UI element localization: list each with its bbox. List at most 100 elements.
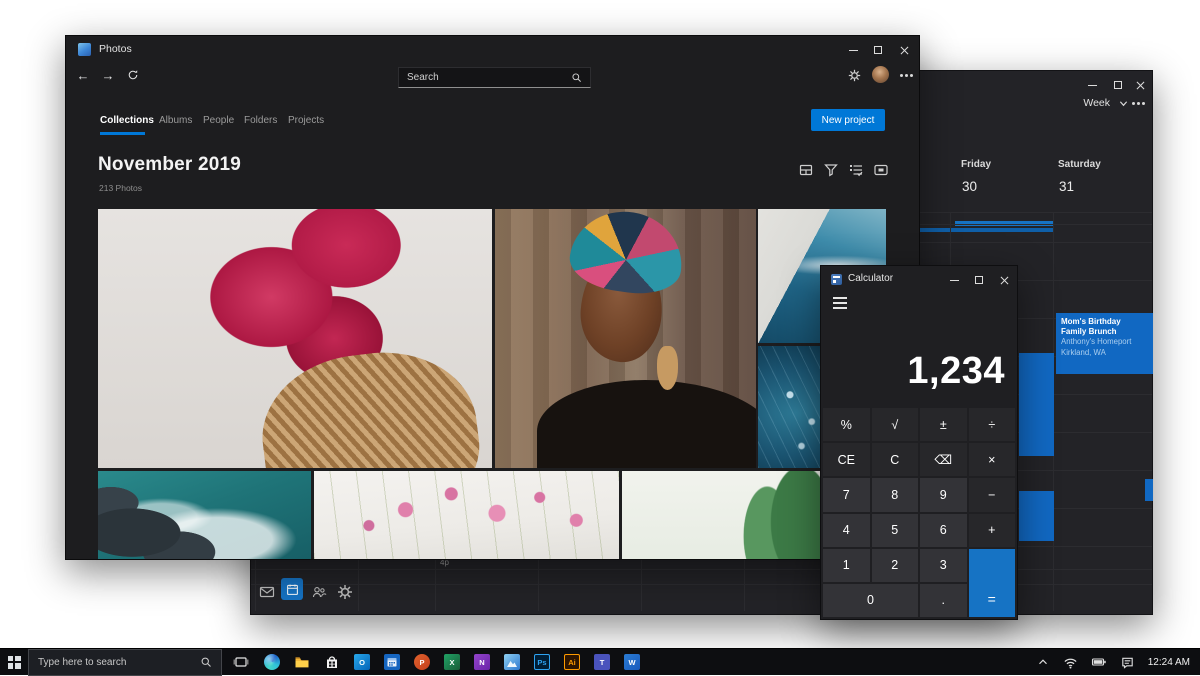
new-project-button[interactable]: New project <box>811 109 885 131</box>
selection-list-icon[interactable] <box>848 162 864 178</box>
taskbar-app-photos[interactable] <box>504 654 520 670</box>
calc-button-plus[interactable]: + <box>969 514 1016 547</box>
calendar-event-friday-afternoon[interactable] <box>1019 353 1054 456</box>
refresh-button[interactable] <box>124 66 142 84</box>
people-icon[interactable] <box>311 584 327 600</box>
taskbar-app-powerpoint[interactable]: P <box>414 654 430 670</box>
calc-button-2[interactable]: 2 <box>872 549 919 582</box>
forward-button[interactable]: → <box>99 66 117 84</box>
taskbar-app-word[interactable]: W <box>624 654 640 670</box>
event-location: Anthony's Homeport <box>1061 337 1148 347</box>
day-number-30[interactable]: 30 <box>962 179 977 194</box>
calc-button-divide[interactable]: ÷ <box>969 408 1016 441</box>
store-bag-icon <box>324 654 340 670</box>
task-view-button[interactable] <box>232 653 250 671</box>
more-icon <box>905 74 908 77</box>
tab-people[interactable]: People <box>203 115 234 126</box>
tab-albums[interactable]: Albums <box>159 115 192 126</box>
slideshow-icon[interactable] <box>873 162 889 178</box>
mail-icon[interactable] <box>259 584 275 600</box>
taskbar-app-teams[interactable]: T <box>594 654 610 670</box>
see-more-button[interactable] <box>897 66 915 84</box>
calc-button-7[interactable]: 7 <box>823 478 870 511</box>
calendar-minimize-button[interactable] <box>1079 77 1105 93</box>
settings-gear-icon[interactable] <box>337 584 353 600</box>
calculator-close-button[interactable] <box>991 272 1017 288</box>
photo-ocean-rocks[interactable] <box>98 471 311 559</box>
calc-button-3[interactable]: 3 <box>920 549 967 582</box>
calc-button-decimal[interactable]: . <box>920 584 967 617</box>
calendar-close-button[interactable] <box>1127 77 1153 93</box>
photos-minimize-button[interactable] <box>840 42 866 58</box>
calc-button-negate[interactable]: ± <box>920 408 967 441</box>
action-center-icon[interactable] <box>1120 655 1135 670</box>
art-headwrap <box>566 209 688 299</box>
hidden-icons-chevron-icon[interactable] <box>1036 655 1050 669</box>
layout-icon[interactable] <box>798 162 814 178</box>
calc-button-4[interactable]: 4 <box>823 514 870 547</box>
filter-icon[interactable] <box>823 162 839 178</box>
calendar-event-saturday-edge[interactable] <box>1145 479 1153 501</box>
calc-button-8[interactable]: 8 <box>872 478 919 511</box>
tab-folders[interactable]: Folders <box>244 115 277 126</box>
calculator-minimize-button[interactable] <box>941 272 967 288</box>
photos-mountain-icon <box>507 661 517 667</box>
calc-button-clear[interactable]: C <box>872 443 919 476</box>
start-button[interactable] <box>0 649 28 676</box>
taskbar-app-outlook[interactable]: O <box>354 654 370 670</box>
back-button[interactable]: ← <box>74 66 92 84</box>
account-avatar[interactable] <box>872 66 889 83</box>
wifi-icon[interactable] <box>1063 655 1078 670</box>
photo-flowers-in-basket[interactable] <box>98 209 492 468</box>
taskbar-app-onenote[interactable]: N <box>474 654 490 670</box>
battery-icon[interactable] <box>1091 654 1107 670</box>
hamburger-menu-icon[interactable] <box>833 297 847 299</box>
taskbar-app-store[interactable] <box>324 654 340 670</box>
taskbar-app-excel[interactable]: X <box>444 654 460 670</box>
calculator-window-title: Calculator <box>848 273 893 284</box>
calc-button-clear-entry[interactable]: CE <box>823 443 870 476</box>
calc-button-5[interactable]: 5 <box>872 514 919 547</box>
calc-button-1[interactable]: 1 <box>823 549 870 582</box>
calc-button-9[interactable]: 9 <box>920 478 967 511</box>
day-number-31[interactable]: 31 <box>1059 179 1074 194</box>
calc-button-0[interactable]: 0 <box>823 584 918 617</box>
calc-button-minus[interactable]: − <box>969 478 1016 511</box>
calendar-event-friday-evening[interactable] <box>1019 491 1054 541</box>
minimize-icon <box>1088 85 1097 86</box>
calculator-maximize-button[interactable] <box>966 272 992 288</box>
tab-projects[interactable]: Projects <box>288 115 324 126</box>
calendar-nav-active[interactable] <box>281 578 303 600</box>
photos-close-button[interactable] <box>891 42 917 58</box>
taskbar-app-photoshop[interactable]: Ps <box>534 654 550 670</box>
taskbar-app-edge[interactable] <box>264 654 280 670</box>
taskbar-app-file-explorer[interactable] <box>294 654 310 670</box>
refresh-icon <box>127 69 139 81</box>
taskbar-app-calendar[interactable] <box>384 654 400 670</box>
calc-button-6[interactable]: 6 <box>920 514 967 547</box>
photos-search-input[interactable]: Search <box>398 67 591 88</box>
windows-logo-icon <box>8 656 21 669</box>
event-title: Mom's Birthday Family Brunch <box>1061 317 1148 336</box>
taskbar-search-input[interactable]: Type here to search <box>28 649 222 676</box>
photo-woman-with-headwrap[interactable] <box>495 209 756 468</box>
calc-button-multiply[interactable]: × <box>969 443 1016 476</box>
calendar-view-selector[interactable]: Week <box>1083 97 1110 109</box>
chevron-down-icon[interactable] <box>1119 99 1128 108</box>
calc-button-percent[interactable]: % <box>823 408 870 441</box>
calendar-more-icon[interactable] <box>1137 102 1140 105</box>
photos-maximize-button[interactable] <box>865 42 891 58</box>
calc-button-equals[interactable]: = <box>969 549 1016 617</box>
collection-heading: November 2019 <box>98 154 241 176</box>
settings-button[interactable] <box>845 66 863 84</box>
system-tray: 12:24 AM <box>1036 654 1200 670</box>
taskbar-clock[interactable]: 12:24 AM <box>1148 657 1190 668</box>
photo-pink-cosmos[interactable] <box>314 471 619 559</box>
tab-collections[interactable]: Collections <box>100 115 154 126</box>
collection-photo-count: 213 Photos <box>99 183 142 193</box>
calc-button-backspace[interactable]: ⌫ <box>920 443 967 476</box>
taskbar-app-illustrator[interactable]: Ai <box>564 654 580 670</box>
calendar-event-card[interactable]: Mom's Birthday Family Brunch Anthony's H… <box>1056 313 1153 374</box>
close-icon <box>1000 276 1009 285</box>
calc-button-sqrt[interactable]: √ <box>872 408 919 441</box>
